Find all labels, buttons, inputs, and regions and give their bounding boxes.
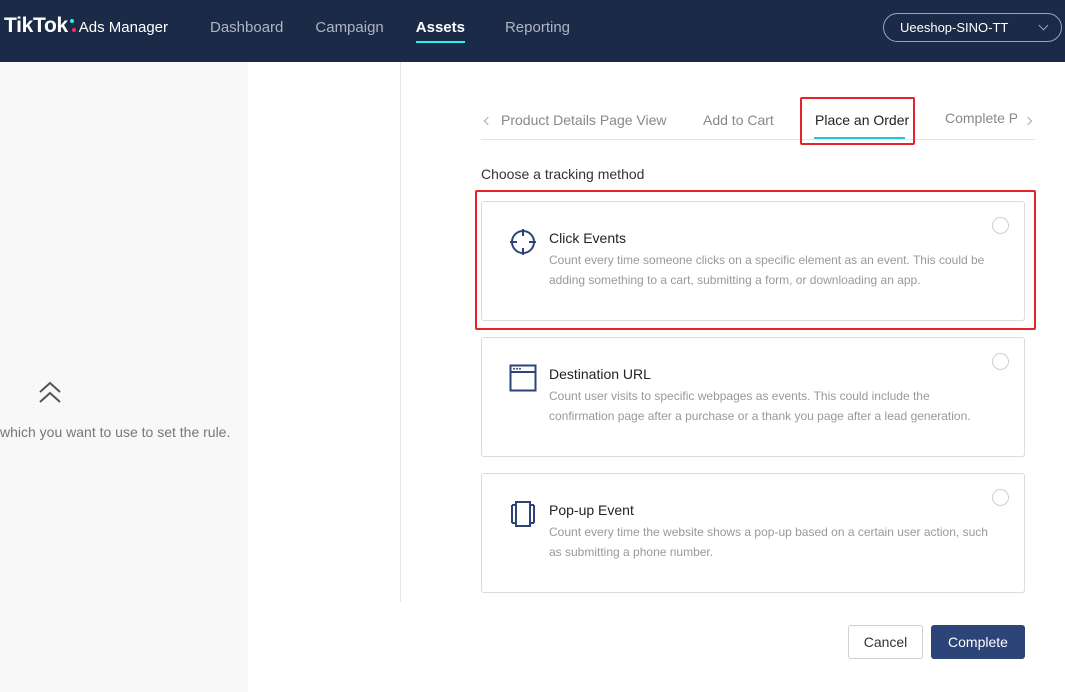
option-radio[interactable] bbox=[992, 489, 1009, 506]
panel-divider bbox=[400, 62, 401, 602]
option-title: Pop-up Event bbox=[549, 502, 634, 518]
logo-dots-icon bbox=[69, 14, 76, 38]
option-title: Destination URL bbox=[549, 366, 651, 382]
nav-assets[interactable]: Assets bbox=[415, 0, 466, 62]
tracking-method-label: Choose a tracking method bbox=[481, 166, 645, 182]
complete-button[interactable]: Complete bbox=[931, 625, 1025, 659]
top-nav-bar: TikTok Ads Manager Dashboard Campaign As… bbox=[0, 0, 1065, 62]
main-nav: Dashboard Campaign Assets Reporting bbox=[210, 0, 602, 62]
tab-complete-payment[interactable]: Complete P bbox=[945, 110, 1017, 130]
active-tab-highlight-box bbox=[800, 97, 915, 145]
left-panel-hint: which you want to use to set the rule. bbox=[0, 424, 231, 440]
left-preview-panel bbox=[0, 62, 248, 692]
account-selector[interactable]: Ueeshop-SINO-TT bbox=[883, 13, 1062, 42]
logo-main-text: TikTok bbox=[4, 14, 68, 37]
nav-dashboard[interactable]: Dashboard bbox=[210, 0, 283, 62]
option-radio[interactable] bbox=[992, 353, 1009, 370]
tab-product-details-page-view[interactable]: Product Details Page View bbox=[501, 112, 667, 128]
chevron-left-icon[interactable] bbox=[483, 116, 493, 126]
cancel-button[interactable]: Cancel bbox=[848, 625, 923, 659]
tab-add-to-cart[interactable]: Add to Cart bbox=[703, 112, 774, 128]
option-description: Count every time the website shows a pop… bbox=[549, 525, 988, 559]
selected-option-highlight-box bbox=[475, 190, 1036, 330]
chevron-down-icon bbox=[1038, 20, 1049, 31]
popup-layers-icon bbox=[511, 501, 535, 527]
tab-complete-payment-label: Complete P bbox=[945, 110, 1017, 126]
double-chevron-up-icon[interactable] bbox=[38, 380, 62, 406]
nav-reporting[interactable]: Reporting bbox=[505, 0, 570, 62]
chevron-right-icon[interactable] bbox=[1023, 116, 1033, 126]
nav-campaign[interactable]: Campaign bbox=[315, 0, 383, 62]
option-destination-url[interactable]: Destination URL Count user visits to spe… bbox=[481, 337, 1025, 457]
logo-sub-text: Ads Manager bbox=[78, 19, 169, 36]
option-description: Count user visits to specific webpages a… bbox=[549, 389, 971, 423]
account-name: Ueeshop-SINO-TT bbox=[900, 20, 1009, 35]
option-popup-event[interactable]: Pop-up Event Count every time the websit… bbox=[481, 473, 1025, 593]
browser-window-icon bbox=[509, 364, 537, 392]
tiktok-ads-manager-logo[interactable]: TikTok Ads Manager bbox=[4, 14, 168, 44]
